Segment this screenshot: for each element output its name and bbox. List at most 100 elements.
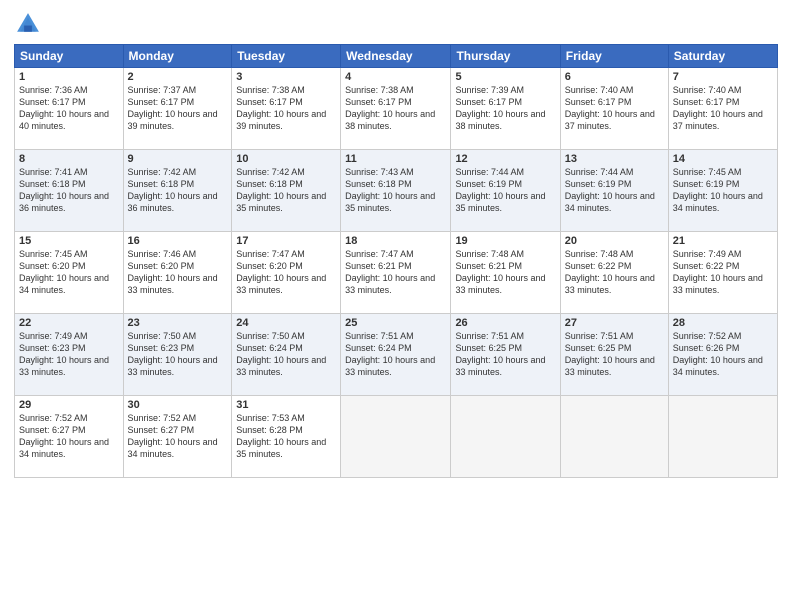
day-info: Sunrise: 7:41 AMSunset: 6:18 PMDaylight:…: [19, 166, 119, 215]
calendar-cell: 24Sunrise: 7:50 AMSunset: 6:24 PMDayligh…: [232, 314, 341, 396]
calendar-cell: 5Sunrise: 7:39 AMSunset: 6:17 PMDaylight…: [451, 68, 560, 150]
col-wednesday: Wednesday: [341, 45, 451, 68]
header-row: Sunday Monday Tuesday Wednesday Thursday…: [15, 45, 778, 68]
day-info: Sunrise: 7:51 AMSunset: 6:24 PMDaylight:…: [345, 330, 446, 379]
day-number: 13: [565, 153, 664, 165]
day-number: 12: [455, 153, 555, 165]
day-info: Sunrise: 7:53 AMSunset: 6:28 PMDaylight:…: [236, 412, 336, 461]
day-number: 24: [236, 317, 336, 329]
day-info: Sunrise: 7:52 AMSunset: 6:27 PMDaylight:…: [19, 412, 119, 461]
day-info: Sunrise: 7:38 AMSunset: 6:17 PMDaylight:…: [345, 84, 446, 133]
day-info: Sunrise: 7:52 AMSunset: 6:26 PMDaylight:…: [673, 330, 773, 379]
calendar-cell: 12Sunrise: 7:44 AMSunset: 6:19 PMDayligh…: [451, 150, 560, 232]
col-friday: Friday: [560, 45, 668, 68]
day-info: Sunrise: 7:37 AMSunset: 6:17 PMDaylight:…: [128, 84, 228, 133]
calendar-cell: [560, 396, 668, 478]
calendar-cell: 28Sunrise: 7:52 AMSunset: 6:26 PMDayligh…: [668, 314, 777, 396]
calendar-cell: 29Sunrise: 7:52 AMSunset: 6:27 PMDayligh…: [15, 396, 124, 478]
calendar-cell: 15Sunrise: 7:45 AMSunset: 6:20 PMDayligh…: [15, 232, 124, 314]
logo: [14, 10, 46, 38]
day-info: Sunrise: 7:50 AMSunset: 6:23 PMDaylight:…: [128, 330, 228, 379]
calendar-cell: 21Sunrise: 7:49 AMSunset: 6:22 PMDayligh…: [668, 232, 777, 314]
calendar-cell: 13Sunrise: 7:44 AMSunset: 6:19 PMDayligh…: [560, 150, 668, 232]
day-number: 2: [128, 71, 228, 83]
day-number: 17: [236, 235, 336, 247]
day-info: Sunrise: 7:40 AMSunset: 6:17 PMDaylight:…: [565, 84, 664, 133]
day-number: 14: [673, 153, 773, 165]
day-info: Sunrise: 7:42 AMSunset: 6:18 PMDaylight:…: [236, 166, 336, 215]
calendar-week-2: 8Sunrise: 7:41 AMSunset: 6:18 PMDaylight…: [15, 150, 778, 232]
col-thursday: Thursday: [451, 45, 560, 68]
day-info: Sunrise: 7:47 AMSunset: 6:20 PMDaylight:…: [236, 248, 336, 297]
day-number: 8: [19, 153, 119, 165]
day-number: 23: [128, 317, 228, 329]
day-number: 11: [345, 153, 446, 165]
calendar-cell: 18Sunrise: 7:47 AMSunset: 6:21 PMDayligh…: [341, 232, 451, 314]
header: [14, 10, 778, 38]
calendar-cell: 10Sunrise: 7:42 AMSunset: 6:18 PMDayligh…: [232, 150, 341, 232]
day-number: 19: [455, 235, 555, 247]
logo-icon: [14, 10, 42, 38]
day-number: 9: [128, 153, 228, 165]
calendar-cell: 3Sunrise: 7:38 AMSunset: 6:17 PMDaylight…: [232, 68, 341, 150]
day-number: 29: [19, 399, 119, 411]
calendar-cell: 11Sunrise: 7:43 AMSunset: 6:18 PMDayligh…: [341, 150, 451, 232]
day-info: Sunrise: 7:50 AMSunset: 6:24 PMDaylight:…: [236, 330, 336, 379]
day-number: 26: [455, 317, 555, 329]
calendar-table: Sunday Monday Tuesday Wednesday Thursday…: [14, 44, 778, 478]
day-number: 30: [128, 399, 228, 411]
day-info: Sunrise: 7:48 AMSunset: 6:22 PMDaylight:…: [565, 248, 664, 297]
col-tuesday: Tuesday: [232, 45, 341, 68]
day-info: Sunrise: 7:42 AMSunset: 6:18 PMDaylight:…: [128, 166, 228, 215]
calendar-cell: 2Sunrise: 7:37 AMSunset: 6:17 PMDaylight…: [123, 68, 232, 150]
calendar-cell: 20Sunrise: 7:48 AMSunset: 6:22 PMDayligh…: [560, 232, 668, 314]
day-info: Sunrise: 7:45 AMSunset: 6:20 PMDaylight:…: [19, 248, 119, 297]
calendar-cell: 9Sunrise: 7:42 AMSunset: 6:18 PMDaylight…: [123, 150, 232, 232]
day-number: 1: [19, 71, 119, 83]
day-number: 5: [455, 71, 555, 83]
calendar-cell: 8Sunrise: 7:41 AMSunset: 6:18 PMDaylight…: [15, 150, 124, 232]
calendar-cell: 31Sunrise: 7:53 AMSunset: 6:28 PMDayligh…: [232, 396, 341, 478]
calendar-cell: [451, 396, 560, 478]
day-info: Sunrise: 7:49 AMSunset: 6:23 PMDaylight:…: [19, 330, 119, 379]
day-info: Sunrise: 7:51 AMSunset: 6:25 PMDaylight:…: [455, 330, 555, 379]
day-number: 25: [345, 317, 446, 329]
calendar-cell: 26Sunrise: 7:51 AMSunset: 6:25 PMDayligh…: [451, 314, 560, 396]
day-number: 21: [673, 235, 773, 247]
col-saturday: Saturday: [668, 45, 777, 68]
day-info: Sunrise: 7:52 AMSunset: 6:27 PMDaylight:…: [128, 412, 228, 461]
day-number: 20: [565, 235, 664, 247]
day-number: 28: [673, 317, 773, 329]
col-monday: Monday: [123, 45, 232, 68]
day-number: 4: [345, 71, 446, 83]
calendar-week-3: 15Sunrise: 7:45 AMSunset: 6:20 PMDayligh…: [15, 232, 778, 314]
calendar-cell: 4Sunrise: 7:38 AMSunset: 6:17 PMDaylight…: [341, 68, 451, 150]
day-info: Sunrise: 7:45 AMSunset: 6:19 PMDaylight:…: [673, 166, 773, 215]
calendar-cell: [341, 396, 451, 478]
calendar-cell: 25Sunrise: 7:51 AMSunset: 6:24 PMDayligh…: [341, 314, 451, 396]
page: Sunday Monday Tuesday Wednesday Thursday…: [0, 0, 792, 612]
calendar-week-4: 22Sunrise: 7:49 AMSunset: 6:23 PMDayligh…: [15, 314, 778, 396]
day-number: 16: [128, 235, 228, 247]
calendar-cell: 30Sunrise: 7:52 AMSunset: 6:27 PMDayligh…: [123, 396, 232, 478]
day-number: 7: [673, 71, 773, 83]
day-number: 27: [565, 317, 664, 329]
day-info: Sunrise: 7:44 AMSunset: 6:19 PMDaylight:…: [565, 166, 664, 215]
day-info: Sunrise: 7:43 AMSunset: 6:18 PMDaylight:…: [345, 166, 446, 215]
day-number: 31: [236, 399, 336, 411]
calendar-cell: 7Sunrise: 7:40 AMSunset: 6:17 PMDaylight…: [668, 68, 777, 150]
day-info: Sunrise: 7:49 AMSunset: 6:22 PMDaylight:…: [673, 248, 773, 297]
calendar-cell: 16Sunrise: 7:46 AMSunset: 6:20 PMDayligh…: [123, 232, 232, 314]
calendar-cell: 17Sunrise: 7:47 AMSunset: 6:20 PMDayligh…: [232, 232, 341, 314]
day-info: Sunrise: 7:51 AMSunset: 6:25 PMDaylight:…: [565, 330, 664, 379]
day-info: Sunrise: 7:38 AMSunset: 6:17 PMDaylight:…: [236, 84, 336, 133]
day-info: Sunrise: 7:46 AMSunset: 6:20 PMDaylight:…: [128, 248, 228, 297]
calendar-week-5: 29Sunrise: 7:52 AMSunset: 6:27 PMDayligh…: [15, 396, 778, 478]
day-info: Sunrise: 7:40 AMSunset: 6:17 PMDaylight:…: [673, 84, 773, 133]
col-sunday: Sunday: [15, 45, 124, 68]
day-info: Sunrise: 7:36 AMSunset: 6:17 PMDaylight:…: [19, 84, 119, 133]
calendar-cell: 22Sunrise: 7:49 AMSunset: 6:23 PMDayligh…: [15, 314, 124, 396]
day-number: 22: [19, 317, 119, 329]
day-number: 3: [236, 71, 336, 83]
day-info: Sunrise: 7:47 AMSunset: 6:21 PMDaylight:…: [345, 248, 446, 297]
